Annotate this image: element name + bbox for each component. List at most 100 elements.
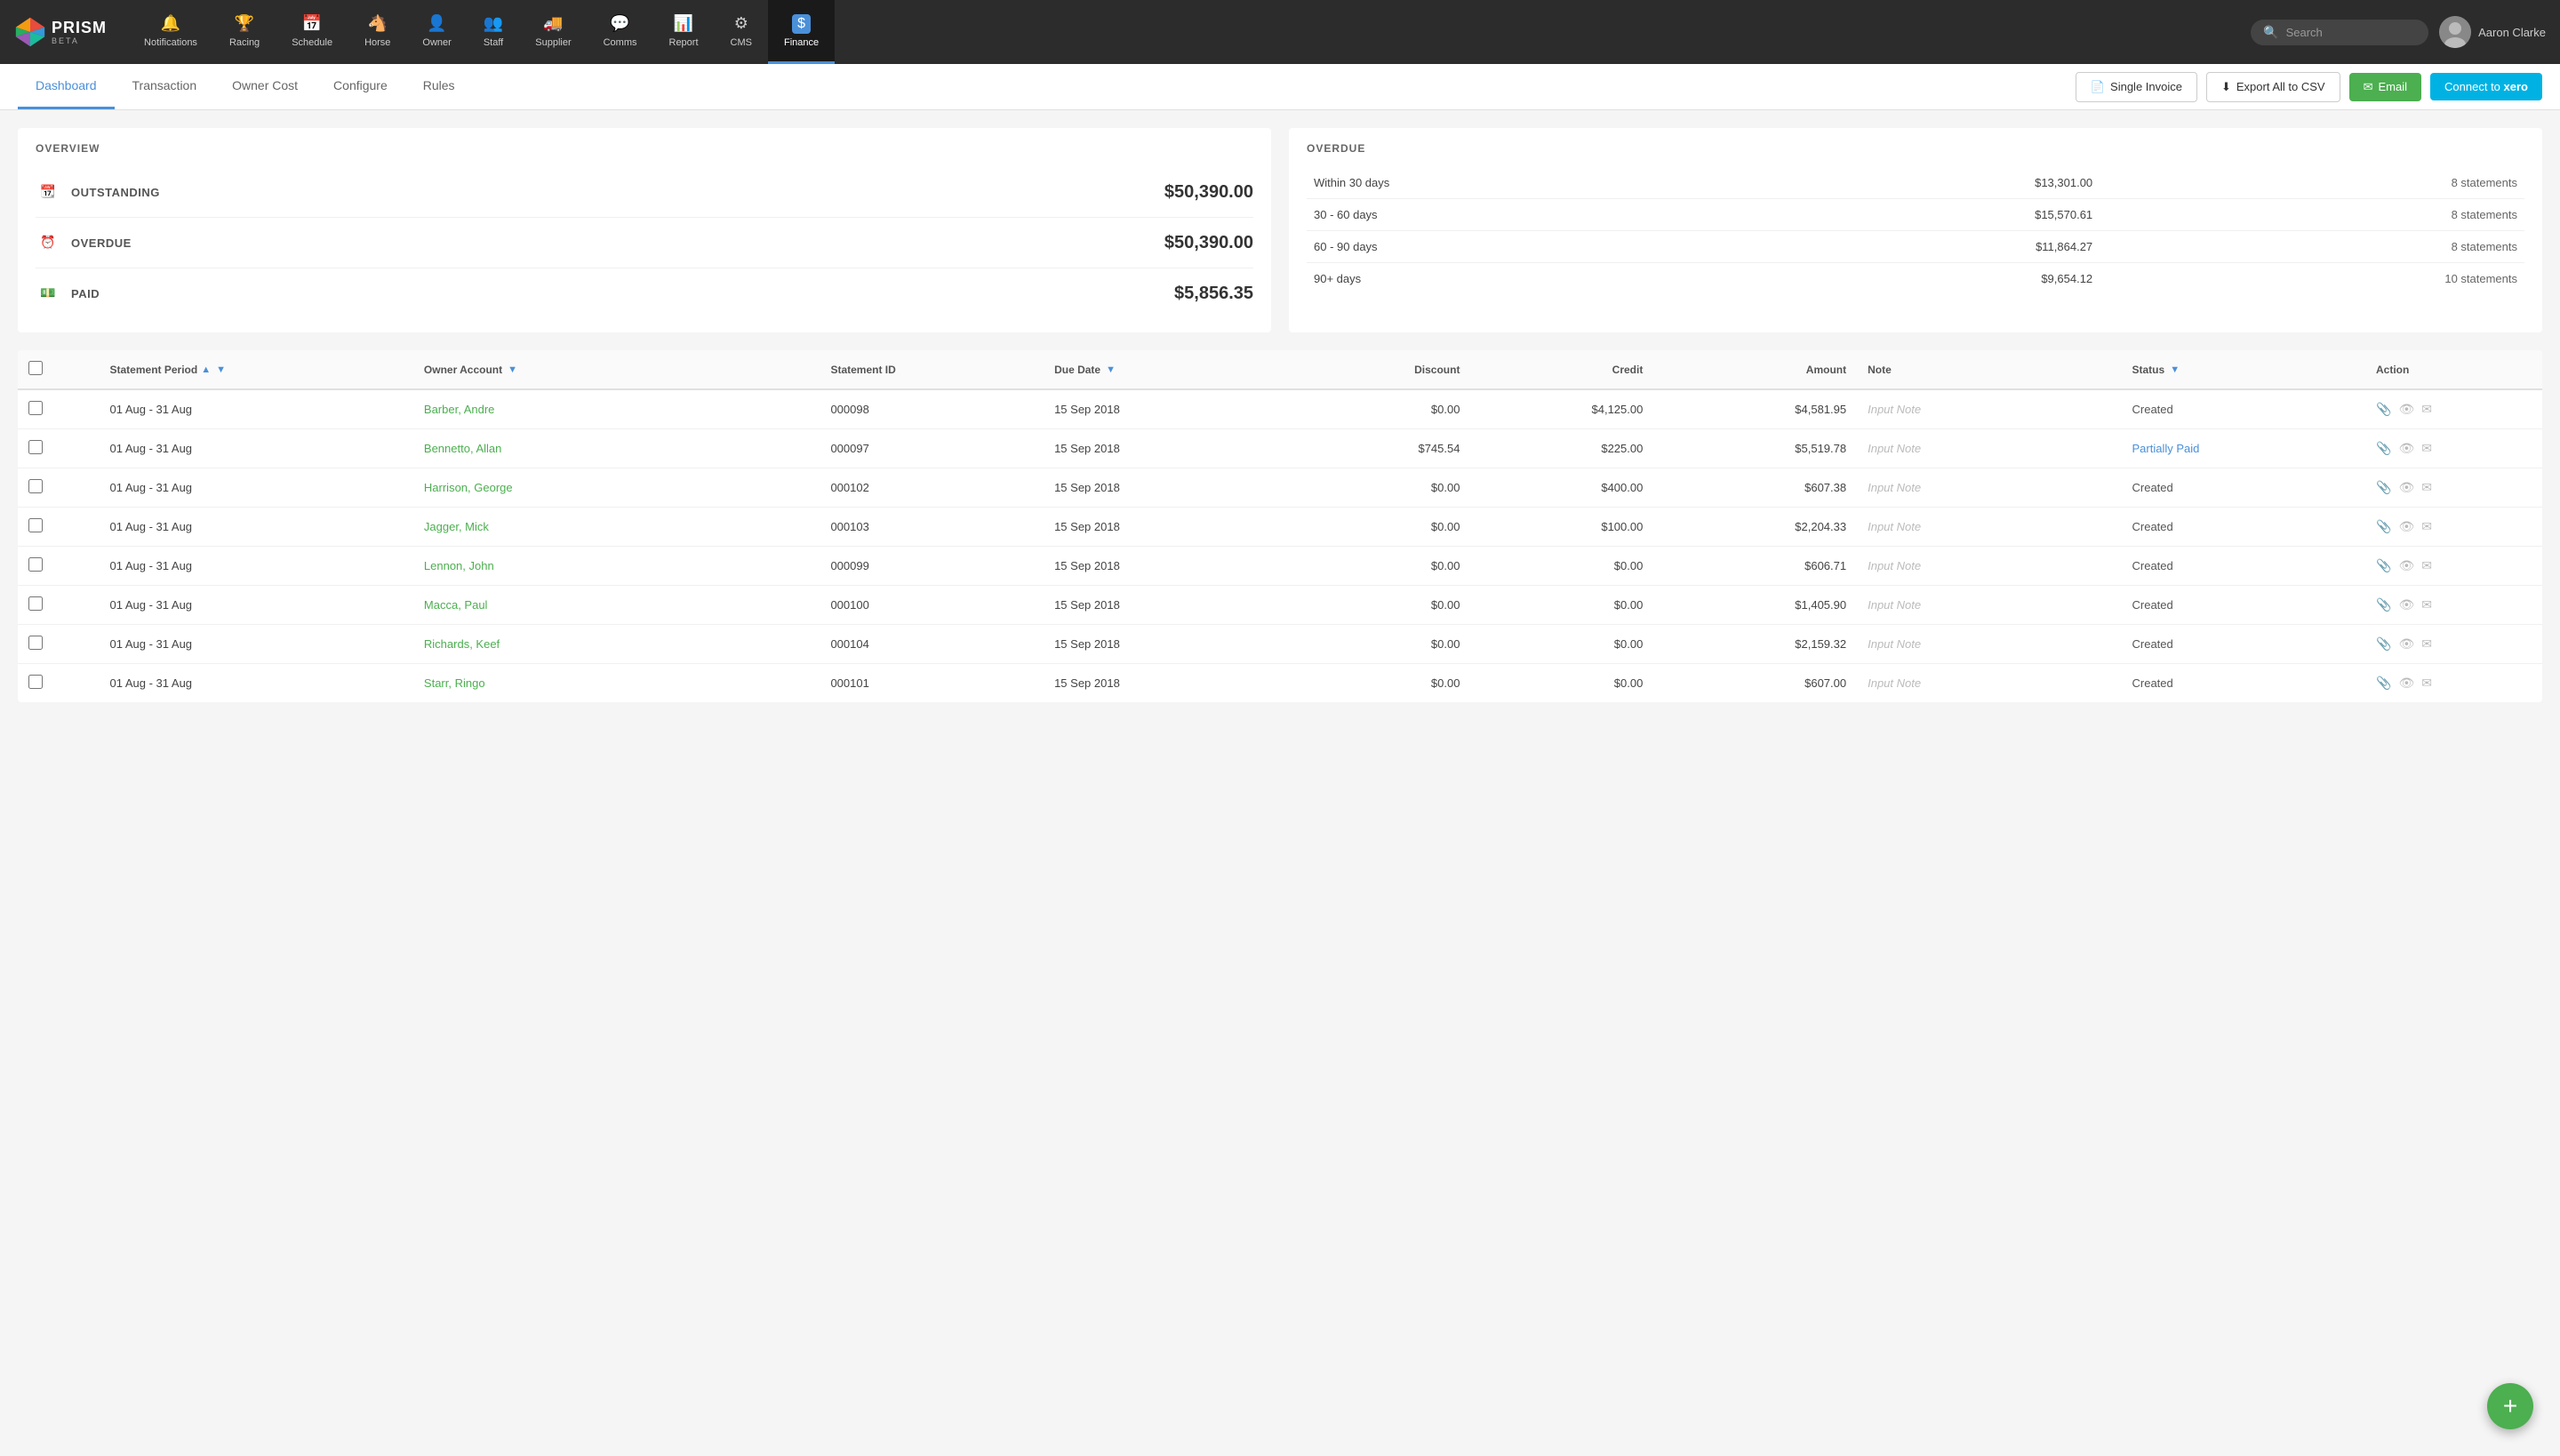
email-button[interactable]: ✉ Email — [2349, 73, 2421, 101]
row-note[interactable]: Input Note — [1857, 389, 2121, 429]
nav-item-schedule[interactable]: Schedule — [276, 0, 348, 64]
send-email-icon[interactable]: ✉ — [2421, 519, 2432, 534]
nav-item-owner[interactable]: Owner — [406, 0, 467, 64]
attach-icon[interactable]: 📎 — [2376, 480, 2391, 495]
row-checkbox[interactable] — [28, 557, 43, 572]
nav-item-supplier[interactable]: Supplier — [519, 0, 587, 64]
horse-icon — [368, 13, 388, 34]
row-discount: $0.00 — [1288, 389, 1471, 429]
row-checkbox-cell — [18, 429, 100, 468]
row-note[interactable]: Input Note — [1857, 625, 2121, 664]
attach-icon[interactable]: 📎 — [2376, 519, 2391, 534]
row-checkbox[interactable] — [28, 518, 43, 532]
row-note[interactable]: Input Note — [1857, 547, 2121, 586]
row-status: Created — [2122, 547, 2366, 586]
row-checkbox[interactable] — [28, 479, 43, 493]
attach-icon[interactable]: 📎 — [2376, 441, 2391, 456]
owner-link[interactable]: Macca, Paul — [424, 598, 488, 612]
row-checkbox[interactable] — [28, 440, 43, 454]
note-placeholder[interactable]: Input Note — [1868, 598, 1921, 612]
single-invoice-button[interactable]: 📄 Single Invoice — [2076, 72, 2197, 102]
nav-item-notifications[interactable]: Notifications — [128, 0, 213, 64]
filter-owner-icon[interactable]: ▼ — [508, 364, 517, 375]
view-icon[interactable]: 👁 — [2398, 676, 2414, 691]
send-email-icon[interactable]: ✉ — [2421, 480, 2432, 495]
note-placeholder[interactable]: Input Note — [1868, 442, 1921, 455]
tab-configure[interactable]: Configure — [316, 64, 405, 109]
owner-link[interactable]: Barber, Andre — [424, 403, 495, 416]
owner-link[interactable]: Harrison, George — [424, 481, 513, 494]
send-email-icon[interactable]: ✉ — [2421, 597, 2432, 612]
owner-link[interactable]: Lennon, John — [424, 559, 494, 572]
filter-status-icon[interactable]: ▼ — [2170, 364, 2180, 375]
sort-period-icon[interactable]: ▲ — [201, 364, 211, 375]
nav-item-finance[interactable]: $ Finance — [768, 0, 835, 64]
row-note[interactable]: Input Note — [1857, 664, 2121, 703]
nav-item-comms[interactable]: Comms — [588, 0, 653, 64]
action-icons: 📎 👁 ✉ — [2376, 519, 2532, 534]
action-icons: 📎 👁 ✉ — [2376, 402, 2532, 417]
note-placeholder[interactable]: Input Note — [1868, 676, 1921, 690]
row-checkbox[interactable] — [28, 675, 43, 689]
row-checkbox[interactable] — [28, 596, 43, 611]
send-email-icon[interactable]: ✉ — [2421, 676, 2432, 691]
row-note[interactable]: Input Note — [1857, 468, 2121, 508]
view-icon[interactable]: 👁 — [2398, 558, 2414, 573]
row-amount: $2,159.32 — [1653, 625, 1857, 664]
tab-dashboard[interactable]: Dashboard — [18, 64, 115, 109]
note-placeholder[interactable]: Input Note — [1868, 559, 1921, 572]
nav-item-cms[interactable]: CMS — [715, 0, 768, 64]
connect-xero-button[interactable]: Connect to xero — [2430, 73, 2542, 100]
row-amount: $607.00 — [1653, 664, 1857, 703]
note-placeholder[interactable]: Input Note — [1868, 403, 1921, 416]
send-email-icon[interactable]: ✉ — [2421, 636, 2432, 652]
attach-icon[interactable]: 📎 — [2376, 402, 2391, 417]
nav-right: Aaron Clarke — [2251, 16, 2546, 48]
logo-area[interactable]: PRISM BETA — [14, 16, 107, 48]
select-all-checkbox[interactable] — [28, 361, 43, 375]
send-email-icon[interactable]: ✉ — [2421, 441, 2432, 456]
note-placeholder[interactable]: Input Note — [1868, 481, 1921, 494]
owner-link[interactable]: Jagger, Mick — [424, 520, 489, 533]
view-icon[interactable]: 👁 — [2398, 597, 2414, 612]
owner-link[interactable]: Bennetto, Allan — [424, 442, 501, 455]
note-placeholder[interactable]: Input Note — [1868, 637, 1921, 651]
view-icon[interactable]: 👁 — [2398, 636, 2414, 652]
view-icon[interactable]: 👁 — [2398, 441, 2414, 456]
nav-item-horse[interactable]: Horse — [348, 0, 406, 64]
owner-link[interactable]: Richards, Keef — [424, 637, 500, 651]
attach-icon[interactable]: 📎 — [2376, 597, 2391, 612]
nav-item-racing[interactable]: Racing — [213, 0, 276, 64]
row-note[interactable]: Input Note — [1857, 586, 2121, 625]
filter-due-icon[interactable]: ▼ — [1106, 364, 1116, 375]
owner-link[interactable]: Starr, Ringo — [424, 676, 485, 690]
row-owner: Jagger, Mick — [413, 508, 820, 547]
export-csv-button[interactable]: ⬇ Export All to CSV — [2206, 72, 2340, 102]
attach-icon[interactable]: 📎 — [2376, 636, 2391, 652]
send-email-icon[interactable]: ✉ — [2421, 558, 2432, 573]
tab-transaction[interactable]: Transaction — [115, 64, 215, 109]
fab-button[interactable]: + — [2487, 1383, 2533, 1429]
user-area[interactable]: Aaron Clarke — [2439, 16, 2546, 48]
table-row: 01 Aug - 31 Aug Starr, Ringo 000101 15 S… — [18, 664, 2542, 703]
attach-icon[interactable]: 📎 — [2376, 558, 2391, 573]
send-email-icon[interactable]: ✉ — [2421, 402, 2432, 417]
view-icon[interactable]: 👁 — [2398, 519, 2414, 534]
attach-icon[interactable]: 📎 — [2376, 676, 2391, 691]
paid-amount: $5,856.35 — [1174, 284, 1253, 304]
search-input[interactable] — [2286, 26, 2411, 39]
tab-rules[interactable]: Rules — [405, 64, 473, 109]
overdue-statements: 8 statements — [2100, 231, 2524, 263]
filter-period-icon[interactable]: ▼ — [216, 364, 226, 375]
nav-item-staff[interactable]: Staff — [468, 0, 519, 64]
nav-item-report[interactable]: Report — [653, 0, 715, 64]
view-icon[interactable]: 👁 — [2398, 480, 2414, 495]
view-icon[interactable]: 👁 — [2398, 402, 2414, 417]
row-note[interactable]: Input Note — [1857, 508, 2121, 547]
search-box[interactable] — [2251, 20, 2428, 45]
row-checkbox[interactable] — [28, 401, 43, 415]
note-placeholder[interactable]: Input Note — [1868, 520, 1921, 533]
tab-owner-cost[interactable]: Owner Cost — [214, 64, 316, 109]
row-checkbox[interactable] — [28, 636, 43, 650]
row-note[interactable]: Input Note — [1857, 429, 2121, 468]
